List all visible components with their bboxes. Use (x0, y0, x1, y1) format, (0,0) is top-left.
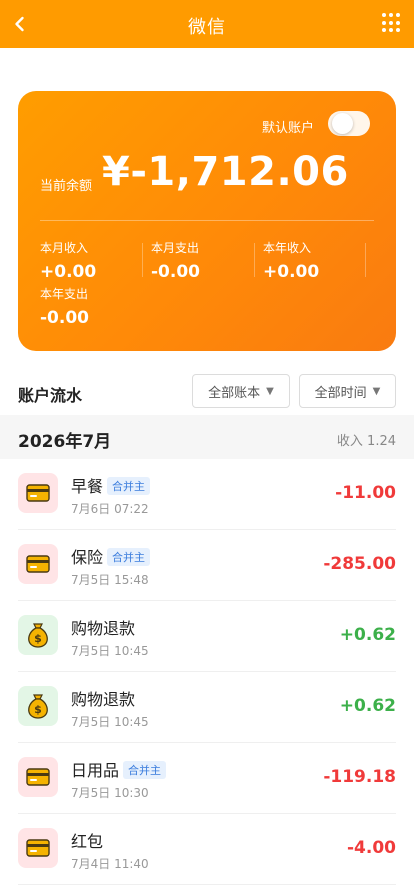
default-account-toggle[interactable] (328, 111, 370, 136)
transaction-amount: -11.00 (335, 483, 396, 503)
transaction-time: 7月5日 10:30 (71, 786, 149, 800)
transaction-row[interactable]: 保险 合并主 7月5日 15:48 -285.00 (0, 530, 414, 601)
transaction-amount: -119.18 (323, 767, 396, 787)
ledger-title: 账户流水 (18, 386, 83, 405)
transaction-row[interactable]: 早餐 合并主 7月6日 07:22 -11.00 (0, 459, 414, 530)
transaction-row[interactable]: $ 购物退款 7月5日 10:45 +0.62 (0, 601, 414, 672)
book-filter-dropdown[interactable]: 全部账本 ▼ (192, 374, 290, 408)
stat-label: 本月收入 (40, 241, 89, 255)
transaction-title: 日用品 (71, 761, 120, 780)
stat-divider (365, 243, 366, 277)
money-bag-icon: $ (18, 615, 58, 655)
month-title: 2026年7月 (18, 432, 112, 452)
transaction-time: 7月5日 10:45 (71, 644, 149, 658)
transaction-name: 购物退款 (71, 615, 135, 639)
transaction-amount: +0.62 (339, 696, 396, 716)
top-bar: 微信 (0, 0, 414, 48)
book-filter-label: 全部账本 (208, 385, 261, 401)
month-summary: 收入 1.24 (336, 434, 396, 449)
caret-down-icon: ▼ (372, 385, 381, 397)
balance-card: 默认账户 当前余额 ¥-1,712.06 本月收入 +0.00 本月支出 -0.… (18, 91, 396, 351)
time-filter-label: 全部时间 (314, 385, 367, 401)
card-icon (18, 757, 58, 797)
stat-value: +0.00 (40, 262, 97, 282)
transaction-title: 购物退款 (71, 619, 136, 638)
month-header: 2026年7月 收入 1.24 (0, 415, 414, 459)
svg-text:$: $ (34, 632, 42, 645)
money-bag-icon: $ (18, 686, 58, 726)
transaction-title: 早餐 (71, 477, 104, 496)
transaction-row[interactable]: 日用品 合并主 7月5日 10:30 -119.18 (0, 743, 414, 814)
card-icon (18, 544, 58, 584)
stat-label: 本月支出 (151, 241, 200, 255)
time-filter-dropdown[interactable]: 全部时间 ▼ (299, 374, 396, 408)
balance-label: 当前余额 (40, 179, 93, 194)
transaction-time: 7月6日 07:22 (71, 502, 149, 516)
transaction-amount: -4.00 (347, 838, 396, 858)
transaction-name: 红包 (71, 828, 103, 852)
transaction-name: 购物退款 (71, 686, 135, 710)
stat-divider (142, 243, 143, 277)
transaction-amount: -285.00 (323, 554, 396, 574)
row-divider (18, 884, 396, 885)
card-icon (18, 828, 58, 868)
ledger-header: 账户流水 全部账本 ▼ 全部时间 ▼ (0, 370, 414, 412)
transaction-title: 保险 (71, 548, 104, 567)
transaction-title: 红包 (71, 832, 104, 851)
stat-divider (254, 243, 255, 277)
transaction-name: 早餐 合并主 (71, 473, 151, 497)
stat-value: -0.00 (151, 262, 200, 282)
default-account-label: 默认账户 (261, 121, 314, 136)
stat-value: +0.00 (263, 262, 320, 282)
transaction-time: 7月4日 11:40 (71, 857, 149, 871)
transaction-amount: +0.62 (339, 625, 396, 645)
transaction-name: 日用品 合并主 (71, 757, 167, 781)
card-divider (40, 220, 374, 221)
transaction-title: 购物退款 (71, 690, 136, 709)
merge-tag: 合并主 (107, 477, 151, 495)
stat-label: 本年支出 (40, 287, 89, 301)
caret-down-icon: ▼ (266, 385, 274, 397)
stat-month-expense: 本月支出 -0.00 (151, 239, 200, 282)
transaction-row[interactable]: $ 购物退款 7月5日 10:45 +0.62 (0, 672, 414, 743)
transaction-row[interactable]: 红包 7月4日 11:40 -4.00 (0, 814, 414, 885)
stat-label: 本年收入 (263, 241, 312, 255)
transaction-name: 保险 合并主 (71, 544, 151, 568)
merge-tag: 合并主 (107, 548, 151, 566)
stat-year-income: 本年收入 +0.00 (263, 239, 319, 282)
svg-text:$: $ (34, 703, 42, 716)
stat-value: -0.00 (40, 308, 89, 328)
card-icon (18, 473, 58, 513)
transaction-time: 7月5日 10:45 (71, 715, 149, 729)
merge-tag: 合并主 (123, 761, 167, 779)
grid-menu-icon[interactable] (382, 13, 402, 33)
balance-value: ¥-1,712.06 (102, 149, 349, 195)
stat-month-income: 本月收入 +0.00 (40, 239, 96, 282)
toggle-knob (332, 113, 353, 134)
transaction-time: 7月5日 15:48 (71, 573, 149, 587)
stat-year-expense: 本年支出 -0.00 (40, 285, 89, 328)
page-title: 微信 (188, 17, 226, 38)
